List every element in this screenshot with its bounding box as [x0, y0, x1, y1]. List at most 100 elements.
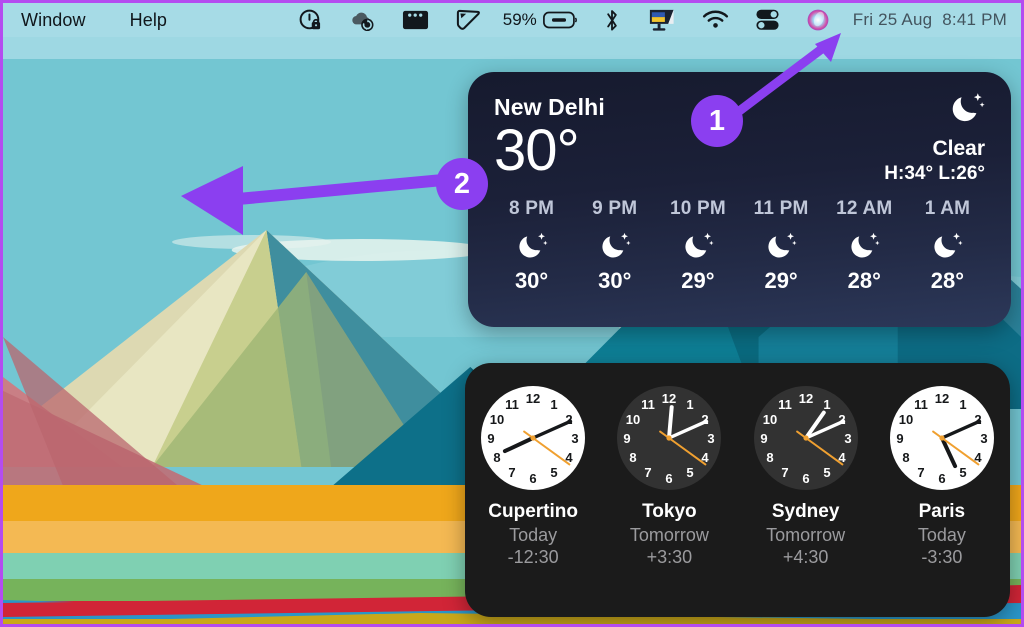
world-clock-widget[interactable]: 1212 345 678 91011 Cupertino Today -12:3…: [465, 363, 1010, 617]
menu-window[interactable]: Window: [21, 10, 86, 31]
forecast-hour: 8 PM 30°: [490, 198, 573, 294]
svg-text:12: 12: [798, 391, 812, 406]
moon-stars-icon: [906, 224, 989, 266]
svg-text:6: 6: [666, 471, 673, 486]
forecast-hour-label: 9 PM: [573, 198, 656, 220]
world-clock-item[interactable]: 1212 345 678 91011 Cupertino Today -12:3…: [469, 383, 597, 568]
wifi-icon[interactable]: [702, 10, 729, 30]
moon-stars-icon: [884, 90, 985, 129]
svg-text:12: 12: [526, 391, 540, 406]
svg-text:9: 9: [896, 431, 903, 446]
world-clock-day: Today: [469, 525, 597, 546]
svg-text:8: 8: [902, 450, 909, 465]
clock-face-paris: 1212 345 678 91011: [887, 383, 997, 493]
forecast-hour-temp: 30°: [490, 268, 573, 294]
svg-text:5: 5: [959, 465, 966, 480]
svg-text:5: 5: [551, 465, 558, 480]
battery-icon[interactable]: [543, 10, 579, 30]
svg-text:7: 7: [645, 465, 652, 480]
forecast-hour-label: 10 PM: [656, 198, 739, 220]
world-clock-offset: +4:30: [742, 547, 870, 568]
svg-text:10: 10: [490, 412, 504, 427]
control-center-icon[interactable]: [755, 8, 780, 32]
world-clock-item[interactable]: 1212 345 678 91011 Sydney Tomorrow +4:30: [742, 383, 870, 568]
svg-text:3: 3: [980, 431, 987, 446]
moon-stars-icon: [656, 224, 739, 266]
forecast-hour: 9 PM 30°: [573, 198, 656, 294]
world-clock-city: Paris: [878, 501, 1006, 523]
menu-help[interactable]: Help: [130, 10, 167, 31]
world-clock-day: Today: [878, 525, 1006, 546]
forecast-hour: 11 PM 29°: [740, 198, 823, 294]
svg-text:9: 9: [624, 431, 631, 446]
svg-text:1: 1: [551, 397, 558, 412]
world-clock-day: Tomorrow: [605, 525, 733, 546]
weather-high-low: H:34° L:26°: [884, 163, 985, 185]
clock-face-tokyo: 1212 345 678 91011: [614, 383, 724, 493]
svg-text:11: 11: [505, 397, 519, 412]
svg-text:1: 1: [687, 397, 694, 412]
forecast-hour-label: 1 AM: [906, 198, 989, 220]
clock-face-cupertino: 1212 345 678 91011: [478, 383, 588, 493]
svg-text:8: 8: [494, 450, 501, 465]
cloud-sync-icon[interactable]: [349, 8, 376, 33]
weather-condition: Clear: [884, 137, 985, 161]
bluetooth-icon[interactable]: [603, 8, 621, 33]
world-clock-city: Sydney: [742, 501, 870, 523]
svg-text:5: 5: [687, 465, 694, 480]
world-clock-day: Tomorrow: [742, 525, 870, 546]
forecast-hour-temp: 28°: [906, 268, 989, 294]
shape-app-icon[interactable]: [455, 8, 482, 32]
world-clock-offset: -12:30: [469, 547, 597, 568]
svg-text:8: 8: [766, 450, 773, 465]
menubar-time: 8:41 PM: [942, 10, 1007, 29]
moon-stars-icon: [573, 224, 656, 266]
siri-icon[interactable]: [806, 8, 830, 32]
svg-text:9: 9: [760, 431, 767, 446]
forecast-hour-label: 11 PM: [740, 198, 823, 220]
svg-text:3: 3: [708, 431, 715, 446]
world-clock-item[interactable]: 1212 345 678 91011 Paris Today -3:30: [878, 383, 1006, 568]
moon-stars-icon: [490, 224, 573, 266]
svg-text:10: 10: [626, 412, 640, 427]
svg-text:7: 7: [781, 465, 788, 480]
svg-text:1: 1: [959, 397, 966, 412]
svg-text:6: 6: [938, 471, 945, 486]
forecast-hour-label: 12 AM: [823, 198, 906, 220]
world-clock-city: Tokyo: [605, 501, 733, 523]
svg-text:1: 1: [823, 397, 830, 412]
menu-bar: Window Help: [3, 0, 1021, 37]
forecast-hour-temp: 29°: [656, 268, 739, 294]
svg-text:11: 11: [914, 397, 928, 412]
svg-text:3: 3: [844, 431, 851, 446]
world-clock-offset: -3:30: [878, 547, 1006, 568]
forecast-hour-label: 8 PM: [490, 198, 573, 220]
annotation-badge-2[interactable]: 2: [436, 158, 488, 210]
svg-text:7: 7: [509, 465, 516, 480]
svg-text:12: 12: [662, 391, 676, 406]
forecast-hour: 1 AM 28°: [906, 198, 989, 294]
svg-text:11: 11: [778, 397, 792, 412]
forecast-hour: 12 AM 28°: [823, 198, 906, 294]
display-flag-icon[interactable]: [647, 7, 676, 33]
world-clock-item[interactable]: 1212 345 678 91011 Tokyo Tomorrow +3:30: [605, 383, 733, 568]
menubar-date: Fri 25 Aug: [853, 10, 933, 29]
annotation-badge-1[interactable]: 1: [691, 95, 743, 147]
svg-text:7: 7: [917, 465, 924, 480]
forecast-hour-temp: 30°: [573, 268, 656, 294]
window-manager-icon[interactable]: [402, 9, 429, 31]
clock-face-sydney: 1212 345 678 91011: [751, 383, 861, 493]
svg-text:12: 12: [935, 391, 949, 406]
world-clock-city: Cupertino: [469, 501, 597, 523]
world-clock-offset: +3:30: [605, 547, 733, 568]
svg-text:3: 3: [572, 431, 579, 446]
battery-percent-label: 59%: [503, 10, 537, 30]
screen-time-lock-icon[interactable]: [298, 8, 323, 33]
moon-stars-icon: [740, 224, 823, 266]
svg-text:5: 5: [823, 465, 830, 480]
desktop-screen: Window Help: [0, 0, 1024, 627]
svg-text:10: 10: [899, 412, 913, 427]
svg-text:10: 10: [762, 412, 776, 427]
forecast-hour: 10 PM 29°: [656, 198, 739, 294]
menubar-clock[interactable]: Fri 25 Aug 8:41 PM: [853, 10, 1007, 30]
